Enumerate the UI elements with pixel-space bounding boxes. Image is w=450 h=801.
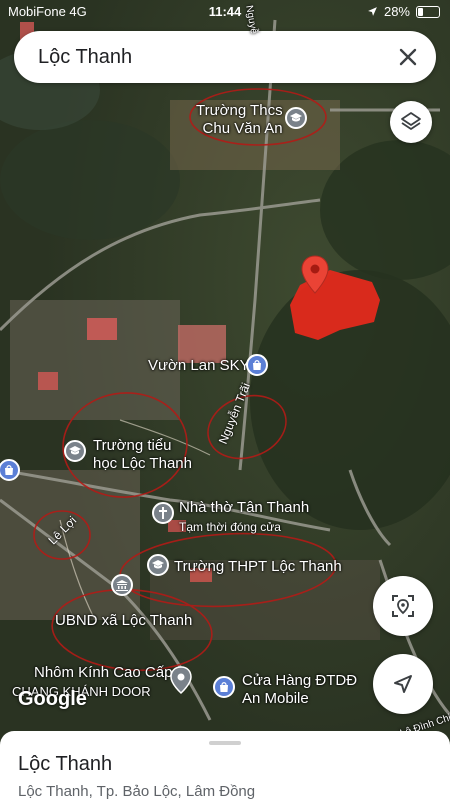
place-title: Lộc Thanh: [18, 753, 113, 775]
status-bar: MobiFone 4G 11:44 28%: [0, 0, 450, 24]
poi-school-tieu-hoc-label: Trường tiểu học Lộc Thanh: [93, 437, 192, 472]
school-icon: [285, 107, 307, 129]
place-bottom-sheet[interactable]: Lộc Thanh Lộc Thanh, Tp. Bảo Lộc, Lâm Đồ…: [0, 731, 450, 801]
search-query[interactable]: Lộc Thanh: [38, 46, 132, 69]
location-arrow-icon: [368, 7, 377, 16]
navigation-arrow-icon: [394, 675, 412, 693]
google-watermark: Google: [18, 688, 87, 710]
church-icon: [152, 502, 174, 524]
poi-glass-line1: Nhôm Kính Cao Cấp: [34, 664, 173, 681]
battery-percent: 28%: [383, 4, 410, 19]
poi-orchid-garden-label: Vườn Lan SKY: [148, 357, 250, 374]
school-icon: [64, 440, 86, 462]
poi-phone-store-label: Cửa Hàng ĐTDĐ An Mobile: [242, 672, 358, 707]
school-icon: [147, 554, 169, 576]
government-building-icon: [111, 574, 133, 596]
place-address: Lộc Thanh, Tp. Bảo Lộc, Lâm Đồng: [18, 783, 256, 800]
shopping-bag-icon: [213, 676, 235, 698]
poi-church-name: Nhà thờ Tân Thanh: [179, 499, 310, 516]
shopping-bag-icon: [246, 354, 268, 376]
map-pin-icon: [170, 666, 192, 694]
drag-handle[interactable]: [209, 741, 241, 745]
location-pin-icon[interactable]: [301, 255, 329, 295]
layers-button[interactable]: [390, 101, 432, 143]
poi-church-status: Tạm thời đóng cửa: [179, 520, 281, 534]
search-bar[interactable]: Lộc Thanh: [14, 31, 436, 83]
layers-current-location-button[interactable]: [373, 576, 433, 636]
poi-ubnd-label: UBND xã Lộc Thanh: [55, 612, 193, 629]
status-right: 28%: [367, 4, 440, 19]
close-icon[interactable]: [394, 43, 422, 71]
layers-icon: [401, 112, 421, 130]
poi-school-thpt-label: Trường THPT Lộc Thanh: [174, 558, 342, 575]
poi-school-thcs-name: Trường Thcs Chu Văn An: [196, 102, 283, 137]
battery-icon: [416, 5, 440, 18]
my-location-target-icon: [392, 595, 414, 617]
poi-school-thcs-label: Trường Thcs Chu Văn An: [196, 102, 283, 138]
navigation-button[interactable]: [373, 654, 433, 714]
